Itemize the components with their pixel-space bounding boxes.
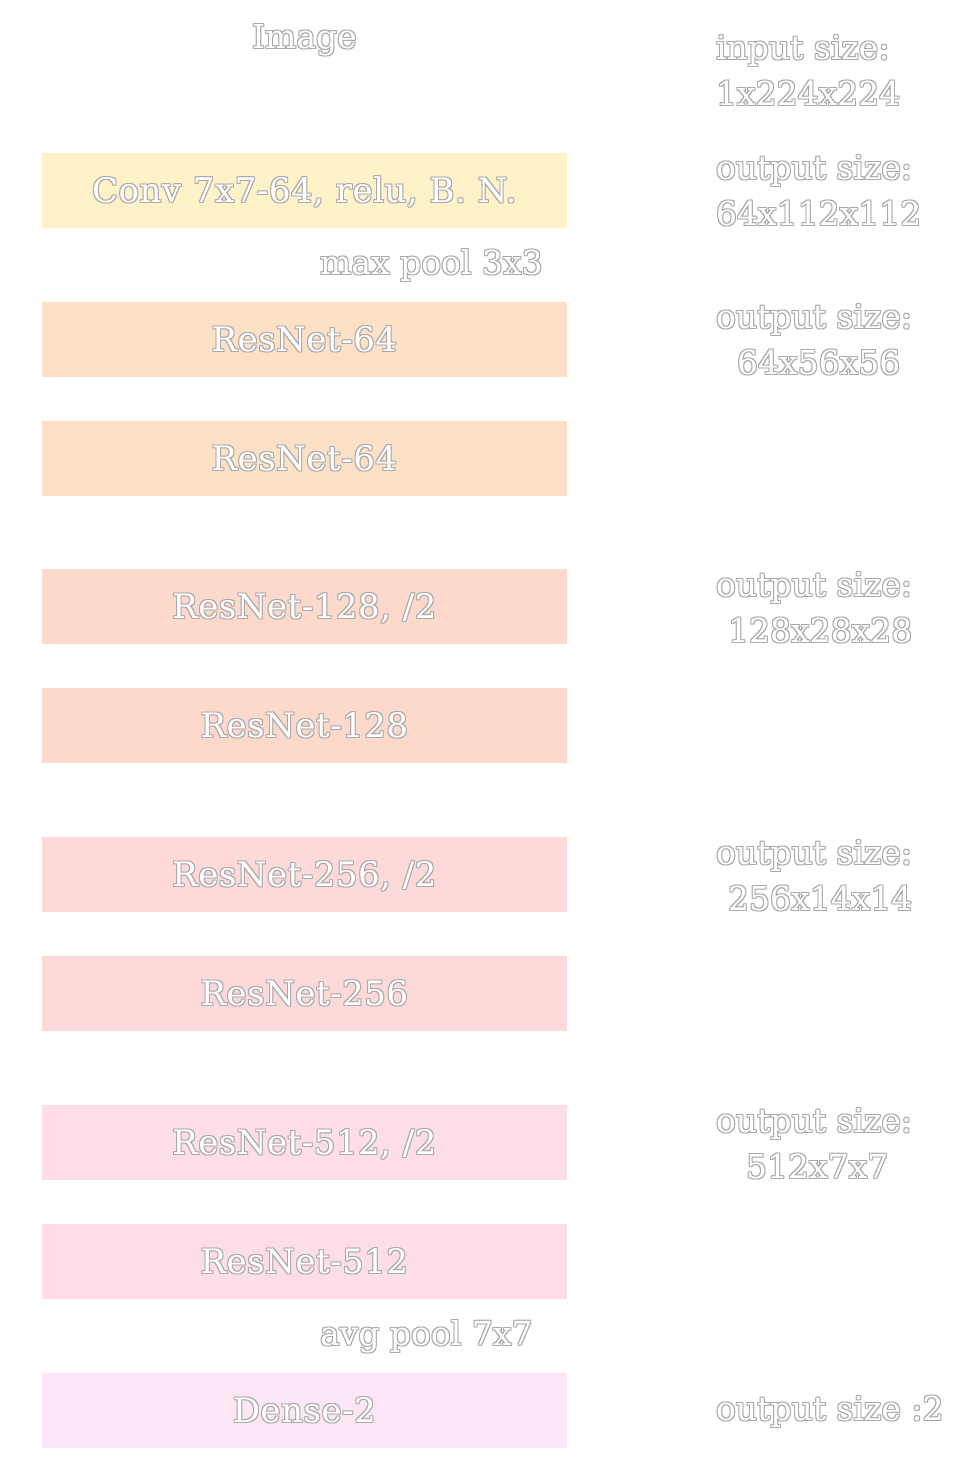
conv-block: Conv 7x7-64, relu, B. N. [42, 153, 567, 228]
resnet-64-block-1: ResNet-64 [42, 302, 567, 377]
input-size-label: input size: [716, 28, 890, 67]
resnet-512-block-1: ResNet-512, /2 [42, 1105, 567, 1180]
avg-pool-label: avg pool 7x7 [320, 1314, 533, 1353]
output-size-label-4: output size: [716, 833, 913, 872]
output-size-value-4: 256x14x14 [728, 879, 913, 918]
final-output-size: output size :2 [716, 1389, 944, 1428]
output-size-value-5: 512x7x7 [746, 1147, 889, 1186]
output-size-label-1: output size: [716, 148, 913, 187]
output-size-value-3: 128x28x28 [728, 611, 913, 650]
output-size-value-1: 64x112x112 [716, 194, 922, 233]
max-pool-label: max pool 3x3 [320, 243, 543, 282]
resnet-256-block-2: ResNet-256 [42, 956, 567, 1031]
output-size-label-2: output size: [716, 297, 913, 336]
output-size-value-2: 64x56x56 [737, 343, 901, 382]
output-size-label-3: output size: [716, 565, 913, 604]
resnet-architecture-diagram: Image input size: 1x224x224 Conv 7x7-64,… [0, 0, 980, 1468]
resnet-128-block-2: ResNet-128 [42, 688, 567, 763]
resnet-128-block-1: ResNet-128, /2 [42, 569, 567, 644]
resnet-512-block-2: ResNet-512 [42, 1224, 567, 1299]
output-size-label-5: output size: [716, 1101, 913, 1140]
resnet-64-block-2: ResNet-64 [42, 421, 567, 496]
resnet-256-block-1: ResNet-256, /2 [42, 837, 567, 912]
dense-block: Dense-2 [42, 1373, 567, 1448]
input-size-value: 1x224x224 [716, 74, 901, 113]
input-title: Image [252, 17, 357, 56]
